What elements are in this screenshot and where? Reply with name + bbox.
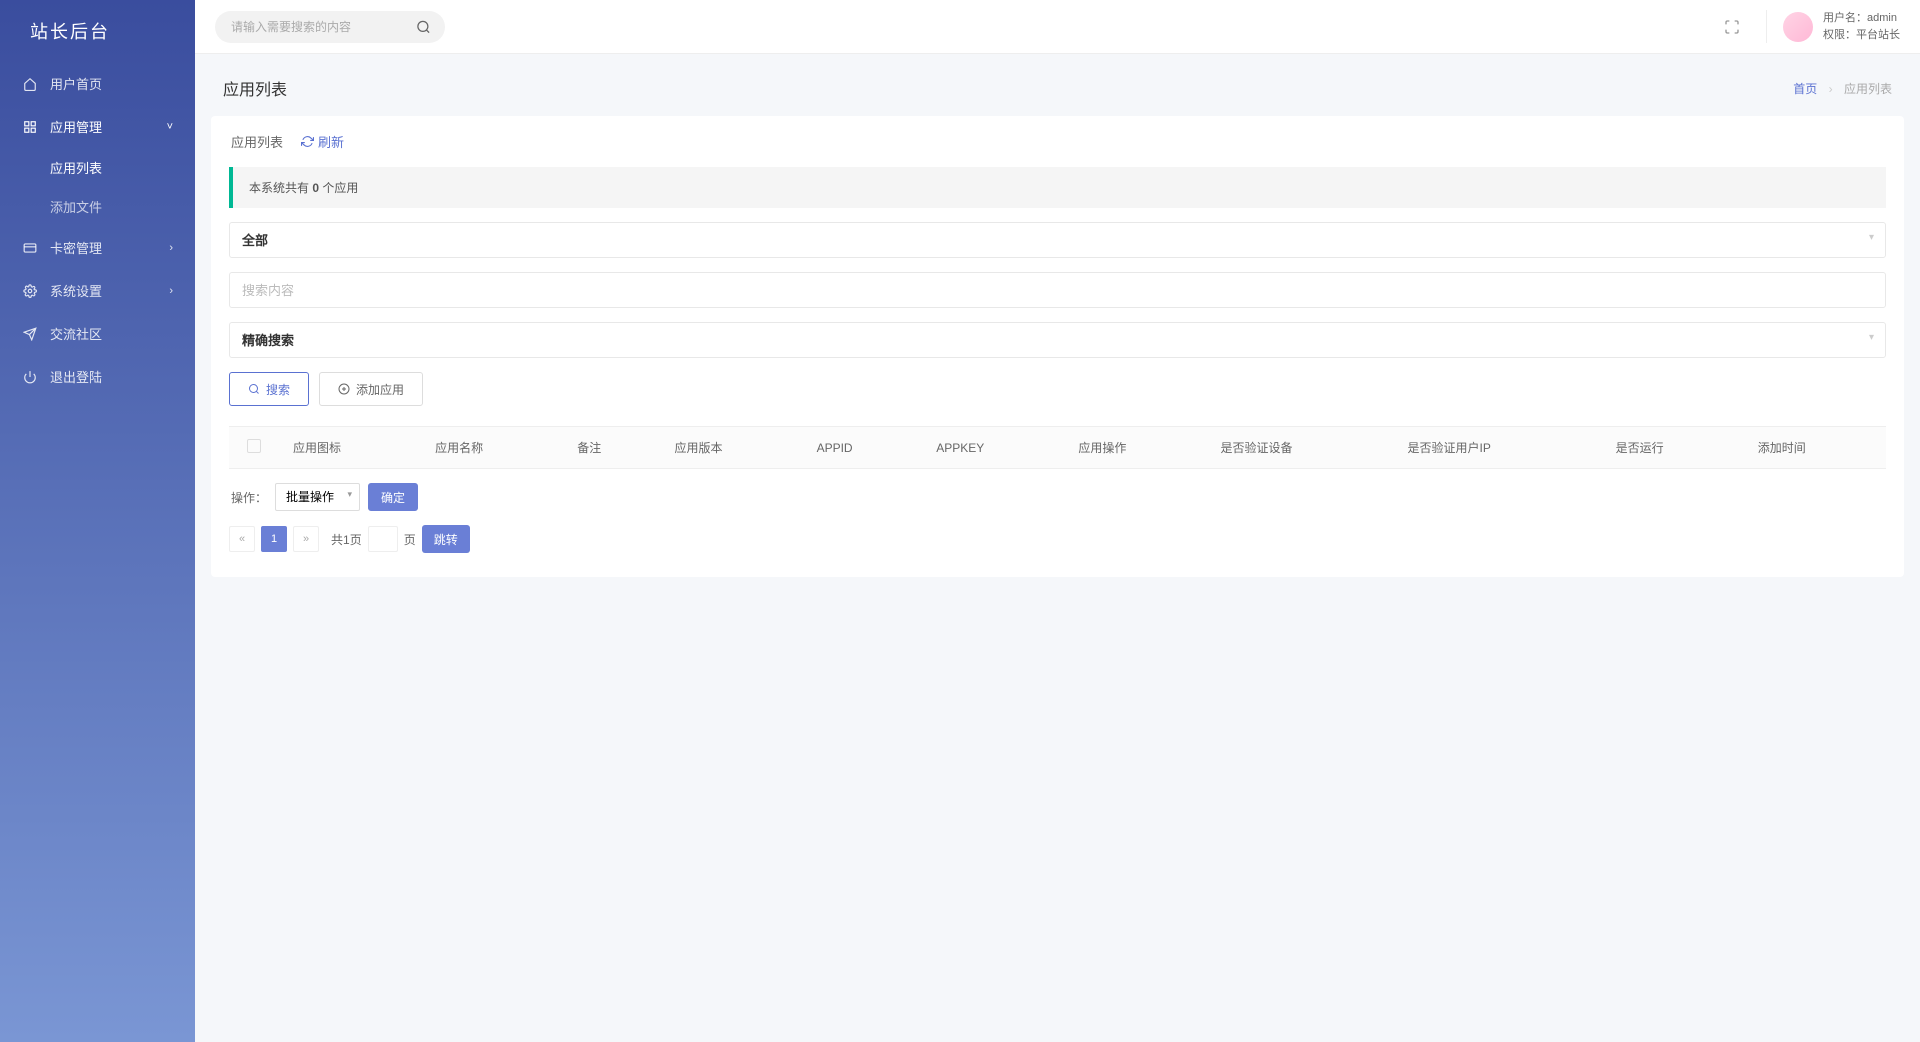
page-next-button[interactable]: » xyxy=(293,526,319,552)
breadcrumb-home[interactable]: 首页 xyxy=(1793,82,1817,96)
refresh-icon xyxy=(301,135,314,148)
nav-label: 系统设置 xyxy=(50,281,102,300)
alert-app-count: 本系统共有 0 个应用 xyxy=(229,167,1886,208)
add-app-button[interactable]: 添加应用 xyxy=(319,372,423,406)
page-prev-button[interactable]: « xyxy=(229,526,255,552)
app-table: 应用图标 应用名称 备注 应用版本 APPID APPKEY 应用操作 是否验证… xyxy=(229,426,1886,469)
page-header: 应用列表 首页 › 应用列表 xyxy=(195,54,1920,116)
page-jump-input[interactable] xyxy=(368,526,398,552)
send-icon xyxy=(22,326,38,342)
nav-label: 退出登陆 xyxy=(50,367,102,386)
gear-icon xyxy=(22,283,38,299)
global-search-button[interactable] xyxy=(412,15,435,38)
refresh-button[interactable]: 刷新 xyxy=(301,132,344,151)
page-1-button[interactable]: 1 xyxy=(261,526,287,552)
th-name: 应用名称 xyxy=(421,427,563,469)
batch-op-label: 操作： xyxy=(231,489,267,506)
search-mode-select[interactable]: 精确搜索 xyxy=(229,322,1886,358)
nav-logout[interactable]: 退出登陆 xyxy=(0,355,195,398)
subnav-app-list[interactable]: 应用列表 xyxy=(0,148,195,187)
grid-icon xyxy=(22,119,38,135)
breadcrumb-separator: › xyxy=(1829,82,1833,96)
topbar: 用户名：admin 权限：平台站长 xyxy=(195,0,1920,54)
nav-app-management[interactable]: 应用管理 ˅ xyxy=(0,105,195,148)
user-role-label: 权限： xyxy=(1823,29,1856,41)
breadcrumb-current: 应用列表 xyxy=(1844,82,1892,96)
fullscreen-icon xyxy=(1724,19,1740,35)
nav-label: 应用管理 xyxy=(50,117,102,136)
nav-label: 交流社区 xyxy=(50,324,102,343)
page-suffix: 页 xyxy=(404,531,416,548)
subnav-add-file[interactable]: 添加文件 xyxy=(0,187,195,226)
th-verify-device: 是否验证设备 xyxy=(1207,427,1394,469)
chevron-down-icon: ˅ xyxy=(167,121,173,133)
nav-card-management[interactable]: 卡密管理 › xyxy=(0,226,195,269)
th-action: 应用操作 xyxy=(1064,427,1206,469)
user-info[interactable]: 用户名：admin 权限：平台站长 xyxy=(1766,10,1900,43)
plus-circle-icon xyxy=(338,383,350,395)
user-role: 平台站长 xyxy=(1856,29,1900,41)
batch-confirm-button[interactable]: 确定 xyxy=(368,483,418,511)
table-header-row: 应用图标 应用名称 备注 应用版本 APPID APPKEY 应用操作 是否验证… xyxy=(229,427,1886,469)
breadcrumb: 首页 › 应用列表 xyxy=(1793,80,1892,97)
chevron-right-icon: › xyxy=(169,242,173,254)
nav-user-home[interactable]: 用户首页 xyxy=(0,62,195,105)
fullscreen-button[interactable] xyxy=(1718,13,1746,41)
content-card: 应用列表 刷新 本系统共有 0 个应用 全部 xyxy=(211,116,1904,577)
nav-label: 卡密管理 xyxy=(50,238,102,257)
pagination: « 1 » 共1页 页 跳转 xyxy=(229,525,1886,553)
th-added-time: 添加时间 xyxy=(1744,427,1886,469)
nav-system-settings[interactable]: 系统设置 › xyxy=(0,269,195,312)
search-icon xyxy=(416,19,431,34)
select-all-checkbox[interactable] xyxy=(247,439,261,453)
th-version: 应用版本 xyxy=(660,427,802,469)
chevron-right-icon: › xyxy=(169,285,173,297)
search-content-input[interactable] xyxy=(229,272,1886,308)
filter-category-select[interactable]: 全部 xyxy=(229,222,1886,258)
th-running: 是否运行 xyxy=(1602,427,1744,469)
th-appkey: APPKEY xyxy=(922,427,1064,469)
sidebar: 站长后台 用户首页 应用管理 ˅ 应用列表 添加文件 卡密管理 › xyxy=(0,0,195,1042)
avatar xyxy=(1783,12,1813,42)
home-icon xyxy=(22,76,38,92)
th-verify-ip: 是否验证用户IP xyxy=(1393,427,1601,469)
card-icon xyxy=(22,240,38,256)
th-appid: APPID xyxy=(803,427,923,469)
search-icon xyxy=(248,383,260,395)
nav-community[interactable]: 交流社区 xyxy=(0,312,195,355)
user-name: admin xyxy=(1867,12,1897,24)
batch-operation-select[interactable]: 批量操作 xyxy=(275,483,360,511)
page-title: 应用列表 xyxy=(223,76,287,100)
power-icon xyxy=(22,369,38,385)
nav-label: 用户首页 xyxy=(50,74,102,93)
global-search-input[interactable] xyxy=(215,11,445,43)
page-jump-button[interactable]: 跳转 xyxy=(422,525,470,553)
app-logo: 站长后台 xyxy=(0,0,195,62)
th-remark: 备注 xyxy=(563,427,660,469)
user-name-label: 用户名： xyxy=(1823,12,1867,24)
th-icon: 应用图标 xyxy=(279,427,421,469)
search-button[interactable]: 搜索 xyxy=(229,372,309,406)
tab-app-list[interactable]: 应用列表 xyxy=(231,132,283,151)
